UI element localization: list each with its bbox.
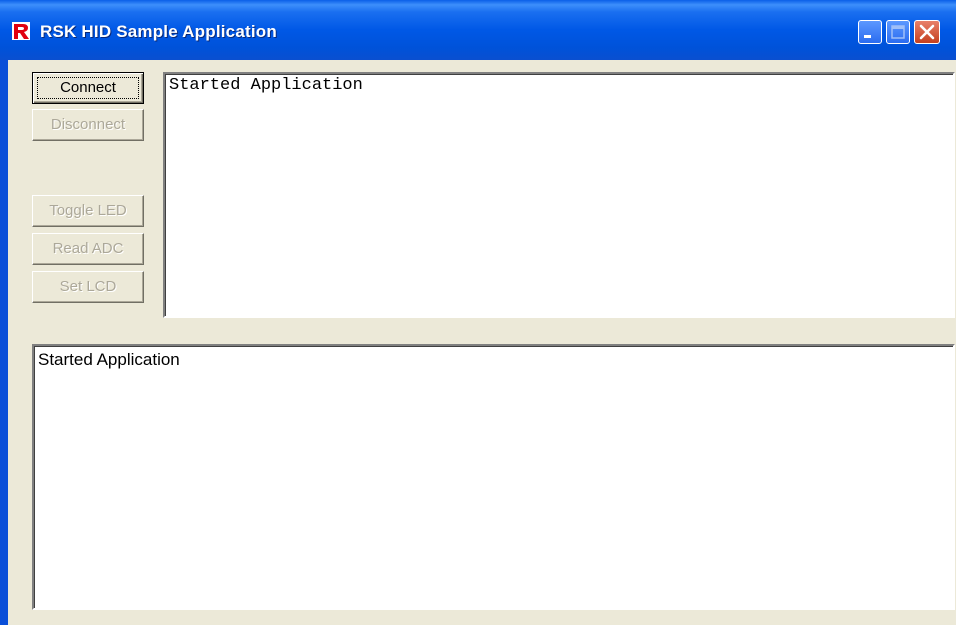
window-frame-left [0, 60, 8, 625]
log-text-area[interactable]: Started Application [32, 344, 955, 610]
maximize-icon [891, 25, 905, 39]
title-bar[interactable]: RSK HID Sample Application [0, 0, 956, 60]
set-lcd-button[interactable]: Set LCD [32, 271, 144, 303]
disconnect-button[interactable]: Disconnect [32, 109, 144, 141]
client-area: Connect Disconnect Toggle LED Read ADC S… [8, 60, 956, 625]
disconnect-button-label: Disconnect [50, 116, 126, 133]
lcd-text-value: Started Application [169, 76, 363, 95]
log-text-value: Started Application [38, 350, 180, 369]
connect-button[interactable]: Connect [32, 72, 144, 104]
set-lcd-button-label: Set LCD [59, 278, 117, 295]
lcd-text-field[interactable]: Started Application [163, 72, 955, 318]
application-window: RSK HID Sample Application Connect Disco… [0, 0, 956, 625]
renesas-logo-icon [12, 22, 30, 40]
read-adc-button[interactable]: Read ADC [32, 233, 144, 265]
toggle-led-button-label: Toggle LED [49, 202, 127, 219]
minimize-icon [864, 35, 871, 38]
window-title: RSK HID Sample Application [40, 22, 277, 41]
toggle-led-button[interactable]: Toggle LED [32, 195, 144, 227]
read-adc-button-label: Read ADC [52, 240, 124, 257]
minimize-button[interactable] [858, 20, 882, 44]
maximize-button[interactable] [886, 20, 910, 44]
close-icon [919, 24, 935, 40]
connect-button-label: Connect [60, 79, 116, 96]
close-button[interactable] [914, 20, 940, 44]
